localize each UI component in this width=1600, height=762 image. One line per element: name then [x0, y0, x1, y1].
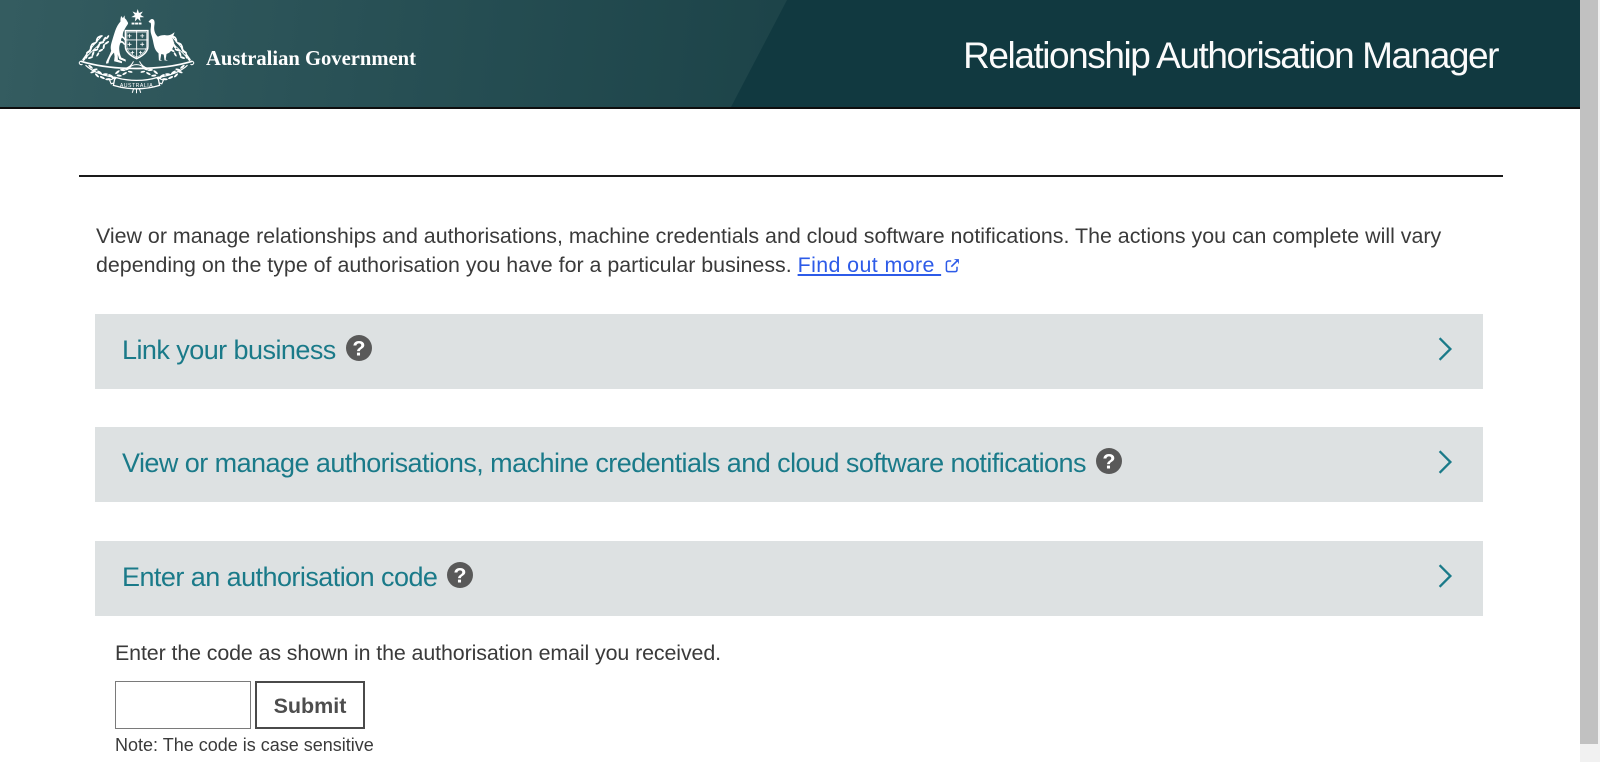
svg-text:?: ?	[352, 337, 365, 361]
svg-text:?: ?	[454, 564, 467, 588]
svg-text:AUSTRALIA: AUSTRALIA	[120, 83, 153, 89]
svg-text:?: ?	[1102, 450, 1115, 474]
